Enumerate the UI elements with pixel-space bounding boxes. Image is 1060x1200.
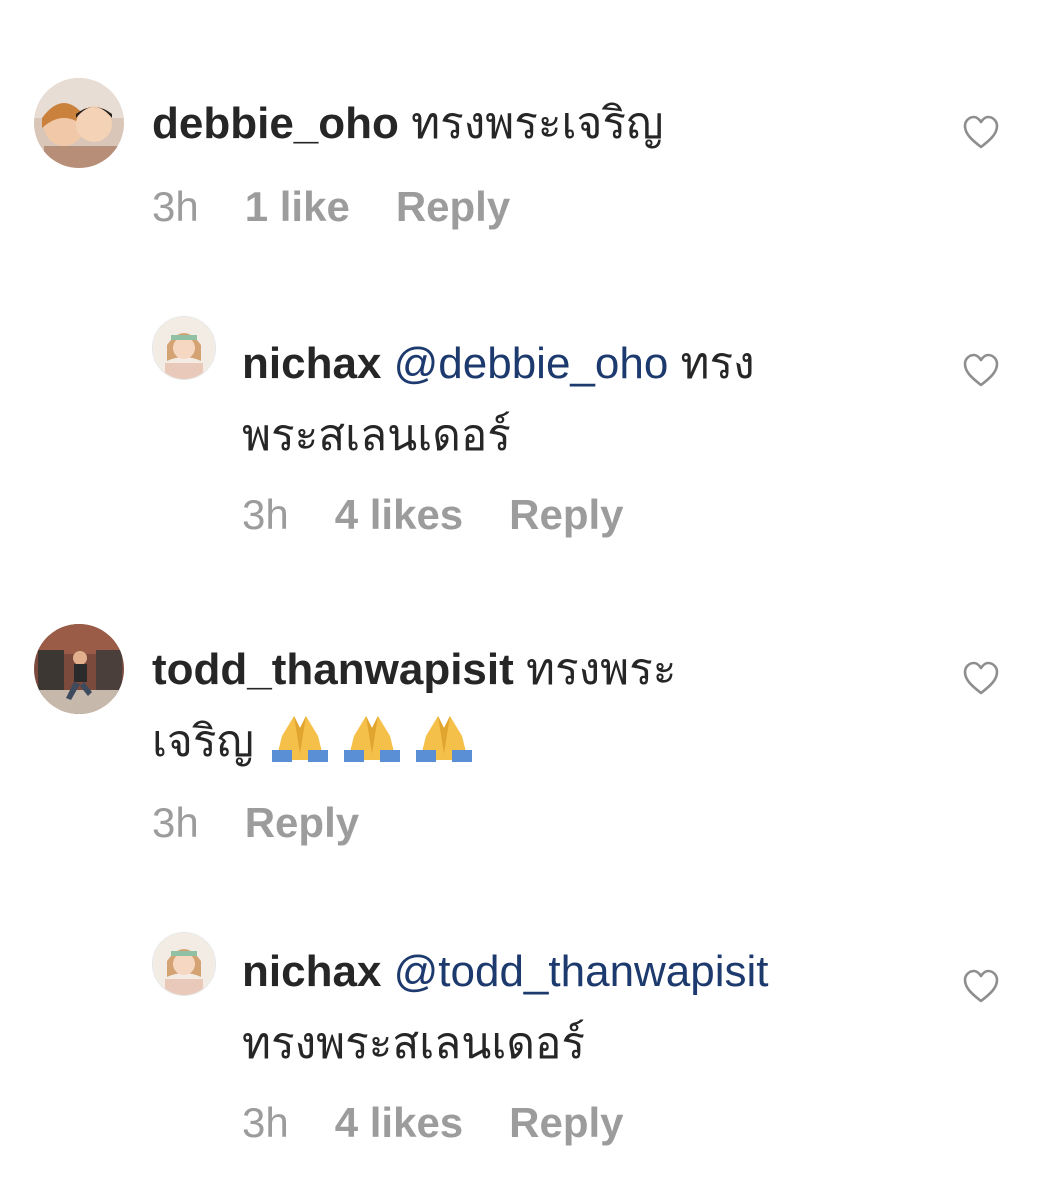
comment-body: ทรงพระ [526,645,677,694]
comment-text: nichax @debbie_oho ทรง พระสเลนเดอร์ [242,328,902,472]
reply-button[interactable]: Reply [245,798,359,848]
comment-username[interactable]: nichax [242,947,381,996]
comment-username[interactable]: todd_thanwapisit [152,645,514,694]
reply-button[interactable]: Reply [396,182,510,232]
comment-likes[interactable]: 4 likes [335,1098,463,1148]
comment-likes[interactable]: 1 like [245,182,350,232]
comment-body: พระสเลนเดอร์ [242,411,511,460]
heart-outline-icon[interactable] [962,968,1000,1004]
comment-username[interactable]: nichax [242,339,381,388]
avatar[interactable] [34,624,124,714]
avatar[interactable] [152,932,216,996]
heart-outline-icon[interactable] [962,660,1000,696]
comment-text: nichax @todd_thanwapisit ทรงพระสเลนเดอร์ [242,936,922,1080]
comment-timestamp: 3h [152,799,199,846]
mention-link[interactable]: @debbie_oho [394,339,669,388]
comment-text: todd_thanwapisit ทรงพระ เจริญ [152,634,912,784]
comment-meta: 3h 4 likes Reply [242,490,624,540]
avatar[interactable] [152,316,216,380]
comment-username[interactable]: debbie_oho [152,99,399,148]
comment-meta: 3h Reply [152,798,359,848]
reply-button[interactable]: Reply [509,490,623,540]
comment-body: เจริญ [152,717,254,766]
mention-link[interactable]: @todd_thanwapisit [394,947,769,996]
comment-meta: 3h 1 like Reply [152,182,510,232]
comment-body: ทรงพระสเลนเดอร์ [242,1019,585,1068]
comment-timestamp: 3h [242,1099,289,1146]
comment-likes[interactable]: 4 likes [335,490,463,540]
comment-timestamp: 3h [242,491,289,538]
heart-outline-icon[interactable] [962,114,1000,150]
comment-body: ทรง [680,339,755,388]
avatar[interactable] [34,78,124,168]
comment-meta: 3h 4 likes Reply [242,1098,624,1148]
comment-text: debbie_oho ทรงพระเจริญ [152,88,912,160]
comment-body: ทรงพระเจริญ [411,99,664,148]
folded-hands-emoji [266,710,478,784]
heart-outline-icon[interactable] [962,352,1000,388]
reply-button[interactable]: Reply [509,1098,623,1148]
comment-timestamp: 3h [152,183,199,230]
